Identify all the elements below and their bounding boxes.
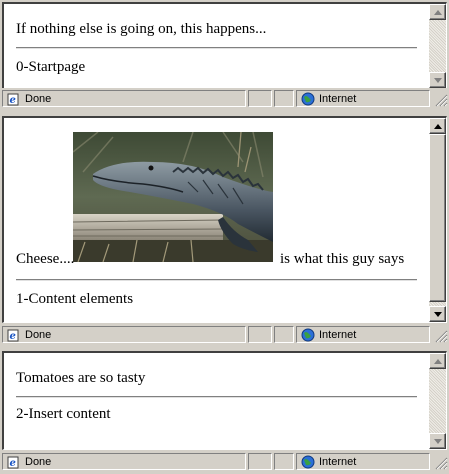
vertical-scrollbar[interactable]	[429, 353, 446, 449]
page-caption: 2-Insert content	[16, 406, 111, 422]
internet-globe-icon	[301, 328, 315, 342]
resize-grip-icon[interactable]	[435, 457, 448, 470]
page-paragraph: If nothing else is going on, this happen…	[16, 21, 267, 37]
status-cell-secure	[274, 453, 294, 470]
paragraph-after-image: is what this guy says	[280, 251, 405, 267]
page-content: Tomatoes are so tasty 2-Insert content	[4, 353, 429, 449]
browser-window-insert-content: Tomatoes are so tasty 2-Insert content e…	[0, 348, 449, 474]
page-caption: 0-Startpage	[16, 59, 86, 75]
page-paragraph: Tomatoes are so tasty	[16, 370, 146, 386]
vertical-scrollbar[interactable]	[429, 4, 446, 88]
status-main-cell: e Done	[2, 326, 246, 343]
status-text: Done	[25, 456, 52, 468]
status-cell-secure	[274, 90, 294, 107]
status-cell-progress	[248, 326, 272, 343]
browser-window-content-elements: Cheese.... is what this guy says 1-Conte…	[0, 112, 449, 348]
arrow-up-icon	[434, 10, 442, 15]
status-bar: e Done Internet	[0, 451, 449, 471]
status-bar: e Done Internet	[0, 88, 449, 108]
ie-page-icon: e	[7, 93, 19, 106]
scroll-down-button[interactable]	[429, 306, 446, 322]
status-cell-secure	[274, 326, 294, 343]
arrow-down-icon	[434, 439, 442, 444]
status-main-cell: e Done	[2, 453, 246, 470]
scroll-down-button[interactable]	[429, 72, 446, 88]
scroll-up-button[interactable]	[429, 118, 446, 134]
content-pane: Cheese.... is what this guy says 1-Conte…	[2, 116, 447, 323]
status-zone-cell: Internet	[296, 90, 430, 107]
zone-text: Internet	[319, 456, 357, 468]
zone-text: Internet	[319, 93, 357, 105]
svg-text:e: e	[10, 458, 16, 469]
arrow-up-icon	[434, 124, 442, 129]
resize-grip-icon[interactable]	[435, 330, 448, 343]
resize-grip-icon[interactable]	[435, 94, 448, 107]
paragraph-before-image: Cheese....	[16, 251, 75, 267]
horizontal-rule	[16, 47, 417, 49]
scroll-thumb[interactable]	[429, 134, 446, 302]
content-pane: Tomatoes are so tasty 2-Insert content	[2, 351, 447, 450]
page-caption: 1-Content elements	[16, 291, 134, 307]
vertical-scrollbar[interactable]	[429, 118, 446, 322]
svg-text:e: e	[10, 331, 16, 342]
browser-window-startpage: If nothing else is going on, this happen…	[0, 0, 449, 112]
status-cell-progress	[248, 90, 272, 107]
arrow-down-icon	[434, 78, 442, 83]
page-content: If nothing else is going on, this happen…	[4, 4, 429, 88]
horizontal-rule	[16, 396, 417, 398]
arrow-down-icon	[434, 312, 442, 317]
zone-text: Internet	[319, 329, 357, 341]
content-pane: If nothing else is going on, this happen…	[2, 2, 447, 89]
scroll-down-button[interactable]	[429, 433, 446, 449]
arrow-up-icon	[434, 359, 442, 364]
status-text: Done	[25, 329, 52, 341]
horizontal-rule	[16, 279, 417, 281]
internet-globe-icon	[301, 455, 315, 469]
status-zone-cell: Internet	[296, 326, 430, 343]
status-zone-cell: Internet	[296, 453, 430, 470]
alligator-image	[73, 132, 273, 262]
ie-page-icon: e	[7, 456, 19, 469]
internet-globe-icon	[301, 92, 315, 106]
status-bar: e Done Internet	[0, 324, 449, 344]
svg-text:e: e	[10, 95, 16, 106]
scroll-up-button[interactable]	[429, 353, 446, 369]
page-content: Cheese.... is what this guy says 1-Conte…	[4, 118, 429, 322]
status-text: Done	[25, 93, 52, 105]
ie-page-icon: e	[7, 329, 19, 342]
status-cell-progress	[248, 453, 272, 470]
scroll-up-button[interactable]	[429, 4, 446, 20]
status-main-cell: e Done	[2, 90, 246, 107]
